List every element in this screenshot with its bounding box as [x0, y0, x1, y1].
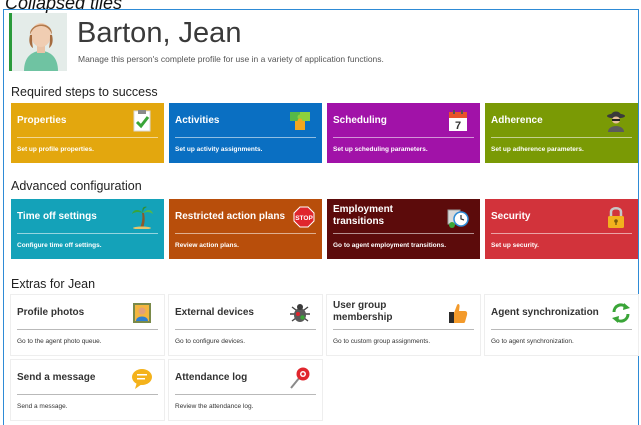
tile-profile-photos[interactable]: Profile photos Go to the agent photo que…	[11, 295, 164, 355]
tile-description: Go to agent employment transitions.	[333, 242, 447, 249]
tile-description: Set up adherence parameters.	[491, 146, 584, 153]
tile-time-off-settings[interactable]: Time off settings Configure time off set…	[11, 199, 164, 259]
tile-description: Review action plans.	[175, 242, 239, 249]
person-name: Barton, Jean	[77, 17, 242, 49]
calendar-day: 7	[455, 120, 461, 132]
tile-scheduling[interactable]: Scheduling 7 Set up scheduling parameter…	[327, 103, 480, 163]
tile-separator	[333, 329, 474, 330]
tile-activities[interactable]: Activities Set up activity assignments.	[169, 103, 322, 163]
tile-separator	[17, 137, 158, 138]
tile-external-devices[interactable]: External devices Go to configure devices…	[169, 295, 322, 355]
tile-agent-synchronization[interactable]: Agent synchronization Go to agent synchr…	[485, 295, 638, 355]
tile-title: External devices	[175, 307, 254, 318]
chat-bubble-icon	[130, 366, 154, 390]
tile-description: Set up scheduling parameters.	[333, 146, 428, 153]
tile-title: Scheduling	[333, 115, 387, 126]
tile-separator	[333, 137, 474, 138]
tile-title: User group membership	[333, 300, 393, 323]
stop-sign-text: STOP	[295, 215, 313, 222]
thumbs-up-icon	[446, 301, 470, 325]
tile-separator	[491, 137, 632, 138]
stop-sign-icon: STOP	[292, 205, 316, 229]
tile-description: Configure time off settings.	[17, 242, 102, 249]
tile-description: Go to agent synchronization.	[491, 338, 574, 345]
spy-icon	[604, 109, 628, 133]
tile-separator	[17, 394, 158, 395]
tile-separator	[175, 233, 316, 234]
tile-adherence[interactable]: Adherence Set up adherence parameters.	[485, 103, 638, 163]
tile-title: Send a message	[17, 372, 96, 383]
section-extras-heading: Extras for Jean	[11, 277, 96, 291]
tile-description: Set up profile properties.	[17, 146, 94, 153]
tile-user-group-membership[interactable]: User group membership Go to custom group…	[327, 295, 480, 355]
section-required-heading: Required steps to success	[11, 85, 158, 99]
tile-description: Review the attendance log.	[175, 403, 254, 410]
tile-separator	[333, 233, 474, 234]
tile-separator	[491, 329, 632, 330]
tile-description: Go to the agent photo queue.	[17, 338, 102, 345]
tile-security[interactable]: Security Set up security.	[485, 199, 638, 259]
tile-separator	[17, 329, 158, 330]
tile-title: Time off settings	[17, 211, 97, 222]
tile-separator	[491, 233, 632, 234]
tile-description: Go to custom group assignments.	[333, 338, 431, 345]
tile-title: Employment transitions	[333, 204, 394, 227]
tile-separator	[175, 394, 316, 395]
tile-properties[interactable]: Properties Set up profile properties.	[11, 103, 164, 163]
tile-title: Agent synchronization	[491, 307, 599, 318]
calendar-icon: 7	[446, 109, 470, 133]
tile-restricted-action-plans[interactable]: Restricted action plans STOP Review acti…	[169, 199, 322, 259]
tile-title: Profile photos	[17, 307, 85, 318]
tile-title: Activities	[175, 115, 220, 126]
tile-employment-transitions[interactable]: Employment transitions Go to agent emplo…	[327, 199, 480, 259]
tile-send-a-message[interactable]: Send a message Send a message.	[11, 360, 164, 420]
clock-transition-icon	[446, 205, 470, 229]
tile-description: Set up activity assignments.	[175, 146, 263, 153]
tile-description: Set up security.	[491, 242, 539, 249]
tile-title: Adherence	[491, 115, 543, 126]
profile-header: Barton, Jean Manage this person's comple…	[9, 13, 629, 73]
portrait-icon	[130, 301, 154, 325]
puzzle-icon	[288, 109, 312, 133]
sync-icon	[609, 301, 633, 325]
tile-title: Restricted action plans	[175, 211, 286, 222]
bug-icon	[288, 301, 312, 325]
tile-title: Properties	[17, 115, 67, 126]
avatar	[9, 13, 67, 71]
section-advanced-heading: Advanced configuration	[11, 179, 142, 193]
tile-attendance-log[interactable]: Attendance log Review the attendance log…	[169, 360, 322, 420]
padlock-icon	[604, 205, 628, 229]
pushpin-icon	[288, 366, 312, 390]
tile-description: Go to configure devices.	[175, 338, 246, 345]
tile-separator	[17, 233, 158, 234]
tile-description: Send a message.	[17, 403, 68, 410]
tile-title: Security	[491, 211, 531, 222]
tile-title: Attendance log	[175, 372, 248, 383]
person-description: Manage this person's complete profile fo…	[78, 54, 384, 64]
palm-tree-icon	[130, 205, 154, 230]
checklist-icon	[130, 109, 154, 133]
tile-separator	[175, 329, 316, 330]
tile-separator	[175, 137, 316, 138]
